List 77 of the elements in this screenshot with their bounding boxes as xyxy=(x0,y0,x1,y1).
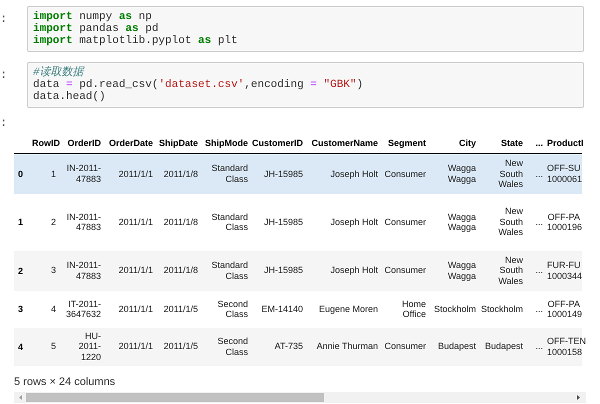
table-cell: Consumer xyxy=(380,154,428,194)
code-line: import pandas as pd xyxy=(33,23,160,35)
table-cell: 2011/1/8 xyxy=(155,250,200,290)
table-cell: Wagga Wagga xyxy=(428,154,478,194)
table-cell: Joseph Holt xyxy=(305,154,380,194)
table-cell: Second Class xyxy=(200,328,250,366)
cell-prompt: : xyxy=(0,67,8,82)
table-cell: ... xyxy=(525,328,545,366)
table-cell: Home Office xyxy=(380,290,428,328)
code-line: data = pd.read_csv('dataset.csv',encoding = "GBK") xyxy=(33,79,364,91)
table-cell: Joseph Holt xyxy=(305,194,380,250)
table-cell: JH-15985 xyxy=(250,194,305,250)
table-cell: Wagga Wagga xyxy=(428,194,478,250)
table-cell: 2011/1/5 xyxy=(155,290,200,328)
table-cell: JH-15985 xyxy=(250,154,305,194)
table-cell: Budapest xyxy=(478,328,525,366)
table-cell: Standard Class xyxy=(200,154,250,194)
table-cell: ... xyxy=(525,290,545,328)
table-cell: New South Wales xyxy=(478,154,525,194)
row-index: 3 xyxy=(14,290,30,328)
table-cell: Second Class xyxy=(200,290,250,328)
table-cell: 2011/1/1 xyxy=(103,290,155,328)
table-cell: IT-2011- 3647632 xyxy=(58,290,103,328)
table-cell: OFF-PA 1000196 xyxy=(545,194,582,250)
table-cell: EM-14140 xyxy=(250,290,305,328)
code-line: data.head() xyxy=(33,91,107,103)
table-cell: Consumer xyxy=(380,194,428,250)
table-cell: Budapest xyxy=(428,328,478,366)
code-cell[interactable]: #读取数据 data = pd.read_csv('dataset.csv',encoding = "GBK") data.head() xyxy=(27,62,584,108)
table-cell: 2011/1/5 xyxy=(155,328,200,366)
table-cell: 2011/1/1 xyxy=(103,328,155,366)
table-cell: New South Wales xyxy=(478,250,525,290)
table-cell: Consumer xyxy=(380,328,428,366)
table-cell: 2011/1/8 xyxy=(155,154,200,194)
table-cell: Standard Class xyxy=(200,194,250,250)
code-line: #读取数据 xyxy=(33,67,86,79)
table-cell: Eugene Moren xyxy=(305,290,380,328)
row-index: 2 xyxy=(14,250,30,290)
table-cell: 2011/1/1 xyxy=(103,154,155,194)
table-cell: 2011/1/1 xyxy=(103,250,155,290)
row-index: 4 xyxy=(14,328,30,366)
row-index: 0 xyxy=(14,154,30,194)
table-cell: Consumer xyxy=(380,250,428,290)
table-cell: Annie Thurman xyxy=(305,328,380,366)
table-cell: FUR-FU 1000344 xyxy=(545,250,582,290)
table-cell: 2 xyxy=(30,194,58,250)
table-cell: HU- 2011- 1220 xyxy=(58,328,103,366)
table-cell: OFF-PA 1000149 xyxy=(545,290,582,328)
table-cell: ... xyxy=(525,250,545,290)
table-cell: 1 xyxy=(30,154,58,194)
table-cell: 3 xyxy=(30,250,58,290)
code-line: import numpy as np xyxy=(33,11,153,23)
row-index: 1 xyxy=(14,194,30,250)
table-cell: Joseph Holt xyxy=(305,250,380,290)
table-cell: AT-735 xyxy=(250,328,305,366)
table-cell: IN-2011- 47883 xyxy=(58,194,103,250)
table-cell: IN-2011- 47883 xyxy=(58,250,103,290)
output-prompt: : xyxy=(0,118,8,130)
table-cell: Stockholm xyxy=(478,290,525,328)
table-cell: 2011/1/8 xyxy=(155,194,200,250)
code-cell[interactable]: import numpy as np import pandas as pd import matplotlib.pyplot as plt xyxy=(27,6,584,52)
cell-prompt: : xyxy=(0,11,8,26)
table-cell: New South Wales xyxy=(478,194,525,250)
code-line: import matplotlib.pyplot as plt xyxy=(33,35,239,47)
table-cell: 2011/1/1 xyxy=(103,194,155,250)
table-cell: ... xyxy=(525,194,545,250)
table-cell: OFF-SU 1000061 xyxy=(545,154,582,194)
horizontal-scrollbar[interactable] xyxy=(14,392,586,402)
table-summary: 5 rows × 24 columns xyxy=(14,376,116,388)
table-cell: Standard Class xyxy=(200,250,250,290)
table-cell: ... xyxy=(525,154,545,194)
table-cell: 4 xyxy=(30,290,58,328)
table-cell: JH-15985 xyxy=(250,250,305,290)
table-cell: IN-2011- 47883 xyxy=(58,154,103,194)
table-cell: Wagga Wagga xyxy=(428,250,478,290)
table-cell: Stockholm xyxy=(428,290,478,328)
table-cell: 5 xyxy=(30,328,58,366)
